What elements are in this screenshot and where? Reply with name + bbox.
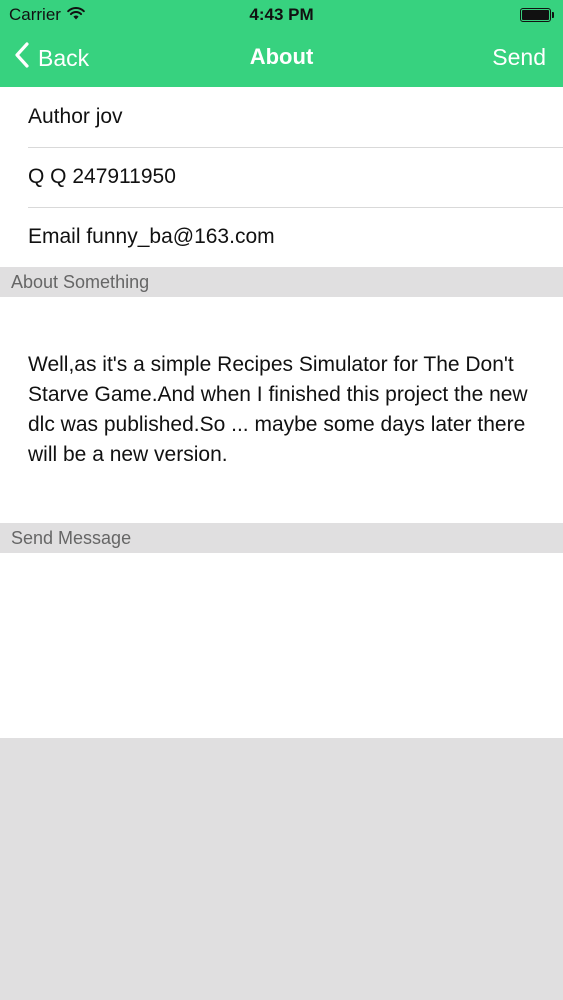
- about-section-header: About Something: [0, 267, 563, 297]
- qq-text: Q Q 247911950: [28, 165, 176, 188]
- navigation-bar: Back About Send: [0, 30, 563, 87]
- email-text: Email funny_ba@163.com: [28, 225, 275, 248]
- send-button[interactable]: Send: [492, 44, 546, 71]
- page-title: About: [249, 44, 314, 69]
- message-section-header: Send Message: [0, 523, 563, 553]
- status-bar: Carrier 4:43 PM: [0, 0, 563, 30]
- info-row-qq[interactable]: Q Q 247911950: [0, 147, 563, 207]
- status-time: 4:43 PM: [249, 5, 314, 24]
- battery-icon: [520, 8, 554, 22]
- message-input[interactable]: [0, 553, 563, 738]
- info-row-author[interactable]: Author jov: [0, 87, 563, 147]
- top-bar: Carrier 4:43 PM Back About Send: [0, 0, 563, 87]
- info-list: Author jov Q Q 247911950 Email funny_ba@…: [0, 87, 563, 267]
- author-text: Author jov: [28, 105, 123, 128]
- info-row-email[interactable]: Email funny_ba@163.com: [0, 207, 563, 267]
- about-block: Well,as it's a simple Recipes Simulator …: [0, 297, 563, 523]
- about-text: Well,as it's a simple Recipes Simulator …: [28, 353, 528, 466]
